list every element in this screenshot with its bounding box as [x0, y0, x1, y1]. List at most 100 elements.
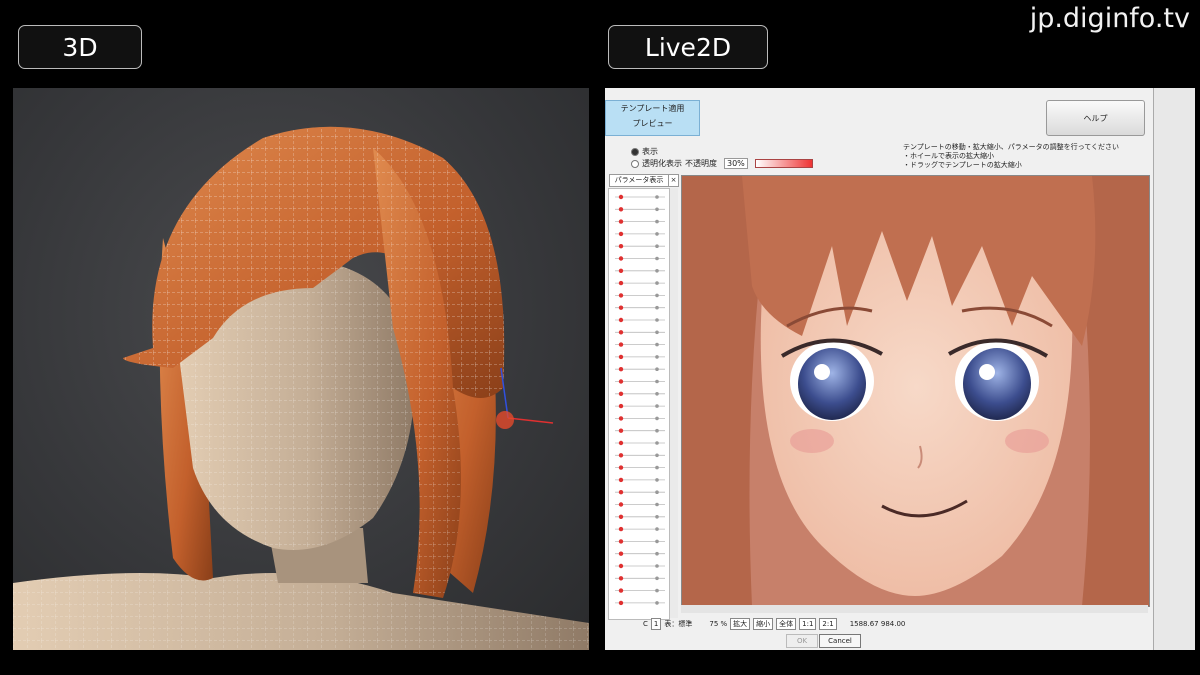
cancel-button[interactable]: Cancel: [819, 634, 861, 648]
param-slider-knob: [618, 280, 624, 286]
param-slider-knob: [618, 453, 624, 458]
param-slider-end: [655, 195, 659, 199]
ok-button[interactable]: OK: [786, 634, 818, 648]
3d-model-render: [13, 126, 589, 650]
param-slider-knob: [618, 465, 624, 470]
param-slider-knob: [618, 256, 624, 261]
param-slider-knob: [618, 428, 624, 433]
param-slider-knob: [618, 317, 624, 323]
param-slider-knob: [618, 379, 624, 384]
param-slider-knob: [618, 440, 624, 446]
param-slider-end: [655, 601, 659, 605]
param-slider-end: [655, 502, 659, 507]
param-slider-knob: [618, 526, 624, 532]
param-slider-end: [655, 392, 659, 396]
param-slider-end: [655, 478, 659, 482]
anime-face-preview: [682, 176, 1149, 606]
param-slider-end: [655, 305, 659, 310]
param-slider-end: [655, 244, 659, 248]
parameter-scrollbar[interactable]: [670, 188, 678, 618]
param-slider-knob: [618, 244, 624, 249]
help-button[interactable]: ヘルプ: [1046, 100, 1145, 136]
radio-transparent[interactable]: 透明化表示 不透明度 30%: [631, 158, 813, 169]
param-slider-knob: [618, 293, 624, 298]
param-slider-end: [655, 416, 659, 421]
zoom-out-button[interactable]: 縮小: [753, 618, 774, 630]
template-apply-button[interactable]: テンプレート適用 プレビュー: [605, 100, 700, 136]
label-live2d: Live2D: [608, 25, 768, 69]
live2d-canvas[interactable]: [681, 175, 1150, 607]
instruction-text: テンプレートの移動・拡大縮小、パラメータの調整を行ってください ・ホイールで表示…: [903, 143, 1120, 169]
opacity-value-field[interactable]: 30%: [724, 158, 748, 169]
param-slider-knob: [618, 576, 624, 581]
zoom-fit-button[interactable]: 全体: [776, 618, 797, 630]
param-slider-end: [655, 256, 659, 261]
param-slider-knob: [618, 367, 624, 372]
param-slider-knob: [618, 514, 624, 519]
param-slider-knob: [618, 502, 624, 507]
param-slider-end: [655, 355, 659, 359]
param-slider-end: [655, 465, 659, 470]
param-slider-knob: [618, 391, 624, 396]
param-slider-end: [655, 379, 659, 384]
opacity-slider[interactable]: [754, 159, 813, 168]
param-slider-end: [655, 342, 659, 347]
watermark: jp.diginfo.tv: [1029, 3, 1190, 34]
zoom-in-button[interactable]: 拡大: [730, 618, 751, 630]
param-slider-knob: [618, 268, 624, 273]
radio-selected-icon: [631, 147, 639, 156]
param-slider-end: [655, 207, 659, 212]
3d-viewport[interactable]: [13, 88, 589, 650]
param-slider-knob: [618, 588, 624, 593]
param-slider-knob: [618, 330, 624, 335]
param-slider-end: [655, 318, 659, 322]
param-slider-end: [655, 441, 659, 445]
param-slider-knob: [618, 477, 624, 483]
param-slider-end: [655, 232, 659, 236]
param-slider-end: [655, 367, 659, 371]
param-slider-knob: [618, 490, 624, 495]
param-slider-end: [655, 281, 659, 285]
param-slider-knob: [618, 354, 624, 360]
page-number[interactable]: 1: [650, 618, 662, 630]
param-slider-knob: [618, 305, 624, 310]
param-slider-knob: [618, 403, 624, 409]
status-bar: C 1 表：標準 75 % 拡大 縮小 全体 1:1 2:1 1588.67 9…: [643, 617, 1153, 631]
radio-unselected-icon: [631, 159, 639, 168]
param-close-button[interactable]: ×: [668, 174, 679, 187]
label-3d: 3D: [18, 25, 142, 69]
param-slider-end: [655, 453, 659, 458]
param-slider-end: [655, 490, 659, 495]
param-slider-knob: [618, 600, 624, 606]
param-slider-end: [655, 527, 659, 531]
param-slider-end: [655, 515, 659, 519]
param-slider-end: [655, 551, 659, 556]
param-slider-knob: [618, 416, 624, 421]
param-slider-end: [655, 293, 659, 298]
param-slider-end: [655, 588, 659, 593]
param-slider-end: [655, 269, 659, 273]
param-slider-knob: [618, 563, 624, 569]
param-display-button[interactable]: パラメータ表示: [609, 174, 669, 187]
param-slider-end: [655, 428, 659, 433]
parameter-sliders[interactable]: [609, 189, 669, 619]
window-scrollbar[interactable]: [1153, 88, 1195, 650]
param-slider-end: [655, 576, 659, 581]
param-slider-knob: [618, 219, 624, 224]
param-slider-knob: [618, 539, 624, 544]
param-slider-knob: [618, 342, 624, 347]
zoom-1to1-button[interactable]: 1:1: [799, 618, 817, 630]
coords-readout: 1588.67 984.00: [849, 620, 906, 628]
param-slider-knob: [618, 231, 624, 237]
live2d-editor-window: テンプレート適用 プレビュー ヘルプ 表示 透明化表示 不透明度 30% テンプ…: [605, 88, 1195, 650]
radio-show[interactable]: 表示: [631, 146, 658, 157]
parameter-list[interactable]: [608, 188, 670, 620]
param-slider-end: [655, 330, 659, 335]
zoom-2to1-button[interactable]: 2:1: [819, 618, 837, 630]
param-slider-end: [655, 404, 659, 408]
canvas-h-scrollbar[interactable]: [681, 605, 1148, 613]
param-slider-end: [655, 564, 659, 568]
param-slider-knob: [618, 551, 624, 556]
param-slider-end: [655, 539, 659, 544]
param-slider-knob: [618, 207, 624, 212]
